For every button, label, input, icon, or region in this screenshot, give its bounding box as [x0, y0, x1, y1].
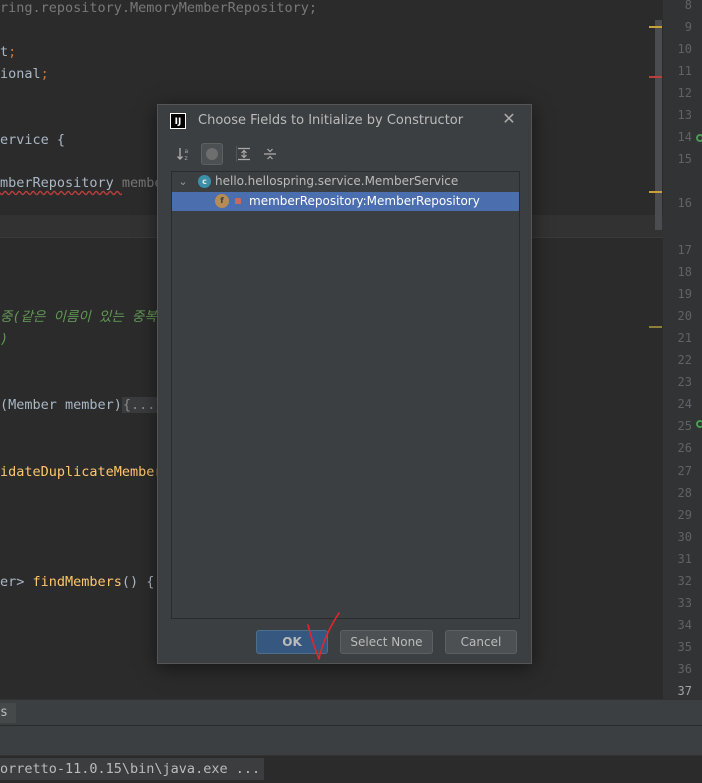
- dialog-title-bar[interactable]: IJ Choose Fields to Initialize by Constr…: [158, 105, 531, 137]
- line-number: 23: [677, 375, 692, 390]
- line-number: 16: [677, 196, 692, 210]
- line-number: 36: [677, 661, 692, 676]
- line-number: 27: [677, 463, 692, 478]
- code-token: ring.repository.MemoryMemberRepository;: [0, 0, 317, 16]
- line-number: 33: [677, 595, 692, 610]
- line-number: 9: [684, 20, 692, 34]
- console-output: orretto-11.0.15\bin\java.exe ...: [0, 755, 702, 783]
- line-number: 20: [677, 309, 692, 324]
- implemented-marker-icon[interactable]: [696, 420, 702, 428]
- select-none-button[interactable]: Select None: [340, 630, 433, 654]
- line-number: 11: [677, 64, 692, 78]
- code-token: ): [0, 331, 9, 348]
- line-number: 21: [677, 331, 692, 346]
- code-token: findMembers: [32, 573, 122, 590]
- code-line: 중(같은 이름이 있는 중복: [0, 307, 157, 327]
- code-line: (Member member){...}: [0, 395, 165, 415]
- line-number: 19: [677, 287, 692, 302]
- line-number: 29: [677, 507, 692, 522]
- code-line: ring.repository.MemoryMemberRepository;: [0, 0, 317, 18]
- code-token: 중(같은 이름이 있는 중복: [0, 309, 157, 326]
- line-number: 24: [677, 397, 692, 412]
- line-number-gutter: 8 9 10 11 12 13 14 15 16 17 18 19 20 21 22 23 24 25 26 27 28…: [663, 0, 702, 699]
- code-line: er> findMembers() {: [0, 572, 163, 592]
- line-number: 30: [677, 529, 692, 544]
- console-command-text: orretto-11.0.15\bin\java.exe ...: [0, 758, 265, 780]
- show-fields-toggle-icon[interactable]: [201, 143, 223, 165]
- code-token: ional: [0, 66, 41, 82]
- scroll-marker-error: [649, 76, 662, 78]
- close-icon[interactable]: ✕: [501, 111, 517, 127]
- fields-tree[interactable]: ⌄ c hello.hellospring.service.MemberServ…: [171, 171, 520, 619]
- console-toolbar: [0, 725, 702, 756]
- sort-alphabetically-icon[interactable]: a z: [173, 143, 195, 165]
- code-token: er>: [0, 573, 33, 590]
- scroll-marker-warning: [649, 26, 662, 28]
- line-number: 26: [677, 441, 692, 456]
- code-token: (Member member): [0, 397, 122, 414]
- red-checkmark-annotation: [307, 612, 340, 660]
- line-number: 34: [677, 617, 692, 632]
- code-token: t: [0, 44, 9, 60]
- line-number: 37: [677, 684, 692, 698]
- svg-text:z: z: [185, 155, 188, 162]
- intellij-icon: IJ: [170, 113, 186, 129]
- class-icon: c: [198, 175, 211, 188]
- line-number: 18: [677, 265, 692, 280]
- run-tab-label: s: [0, 705, 8, 720]
- line-number: 25: [677, 419, 692, 434]
- tree-node-class[interactable]: ⌄ c hello.hellospring.service.MemberServ…: [172, 172, 519, 191]
- cancel-button[interactable]: Cancel: [445, 630, 517, 654]
- code-token: ;: [40, 66, 49, 82]
- collapse-all-icon[interactable]: [259, 143, 281, 165]
- code-line: idateDuplicateMember: [0, 462, 163, 482]
- line-number: 8: [684, 0, 692, 12]
- line-number: 17: [677, 243, 692, 257]
- code-line: ional;: [0, 64, 49, 84]
- private-lock-icon: [235, 198, 241, 204]
- line-number: 32: [677, 573, 692, 588]
- line-number: 13: [677, 108, 692, 122]
- run-tab[interactable]: s: [0, 703, 16, 723]
- expand-all-icon[interactable]: [233, 143, 255, 165]
- line-number: 10: [677, 42, 692, 56]
- dialog-title: Choose Fields to Initialize by Construct…: [198, 113, 464, 128]
- choose-fields-dialog: IJ Choose Fields to Initialize by Constr…: [157, 104, 532, 664]
- code-line: ervice {: [0, 130, 65, 150]
- line-number: 22: [677, 353, 692, 368]
- class-name: hello.hellospring.service.MemberService: [215, 174, 459, 188]
- line-number: 31: [677, 551, 692, 566]
- line-number: 28: [677, 485, 692, 500]
- tool-window-header: s: [0, 699, 702, 726]
- code-line: mberRepository membe: [0, 173, 163, 193]
- svg-text:a: a: [185, 148, 189, 155]
- code-token: ;: [8, 44, 17, 60]
- field-name: memberRepository:MemberRepository: [249, 194, 480, 208]
- editor-scrollbar[interactable]: [655, 20, 662, 230]
- code-line: ): [0, 329, 8, 349]
- field-icon: f: [215, 194, 229, 208]
- code-token: mberRepository: [0, 175, 122, 191]
- implemented-marker-icon[interactable]: [696, 134, 702, 142]
- line-number: 15: [677, 152, 692, 166]
- tree-node-field[interactable]: f memberRepository:MemberRepository: [172, 192, 519, 211]
- line-number: 14: [677, 130, 692, 144]
- code-token: ervice {: [0, 132, 66, 148]
- scroll-marker-warning: [649, 191, 662, 193]
- line-number: 35: [677, 639, 692, 654]
- line-number: 12: [677, 86, 692, 100]
- code-line: t;: [0, 42, 16, 62]
- chevron-down-icon[interactable]: ⌄: [178, 172, 188, 191]
- scroll-marker-warning: [649, 326, 662, 328]
- code-token: idateDuplicateMember: [0, 463, 163, 480]
